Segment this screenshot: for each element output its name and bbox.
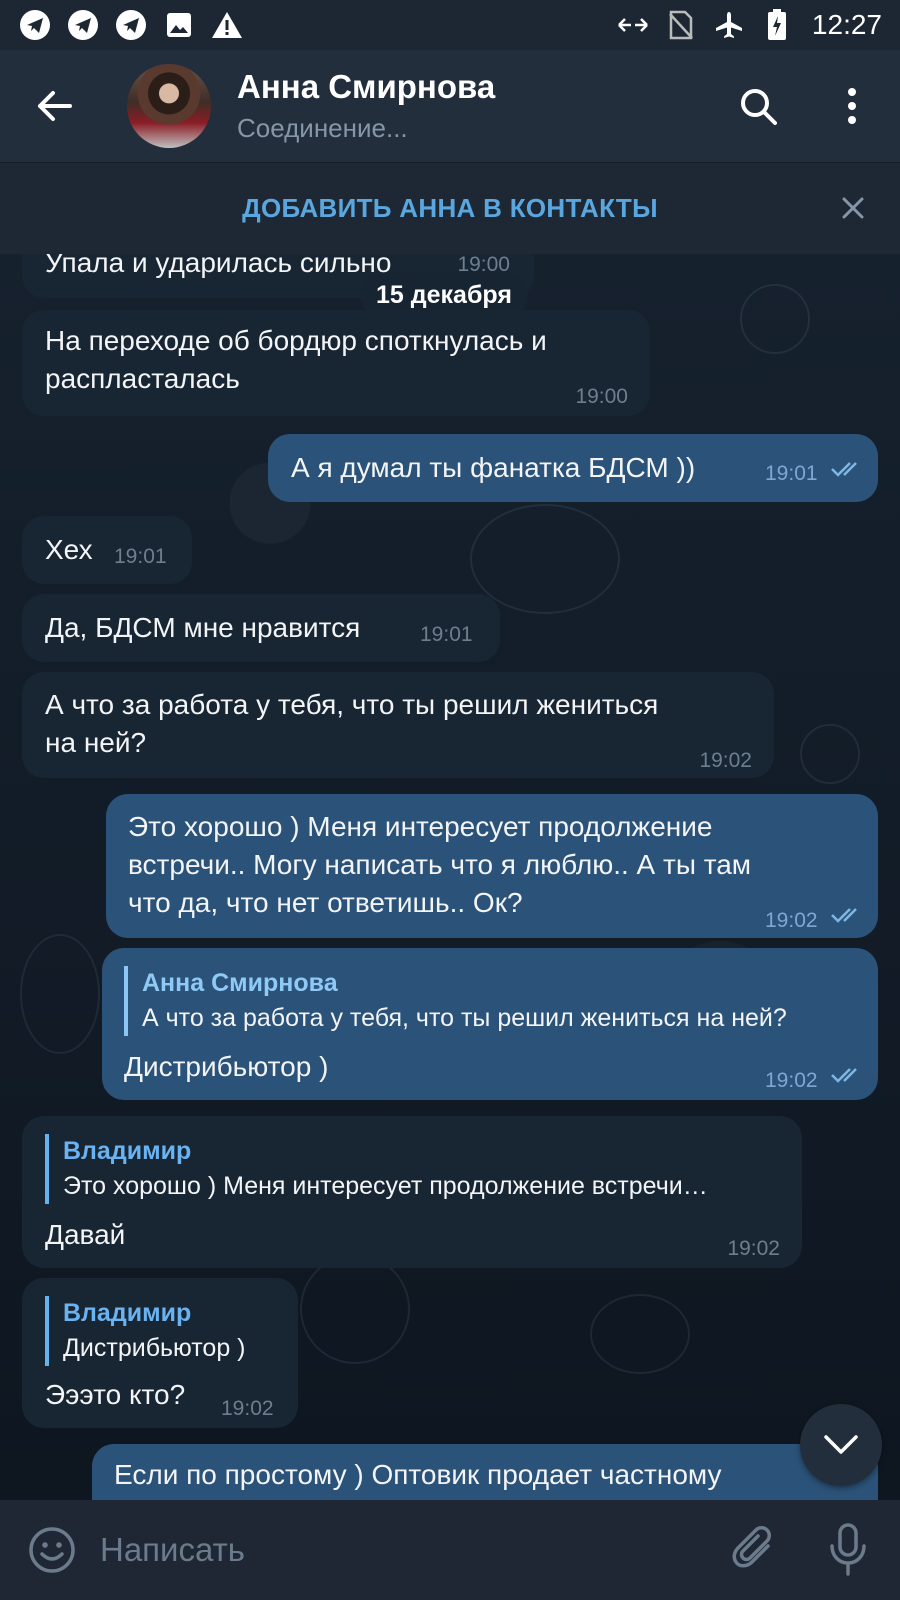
message-text: Хех <box>45 534 93 565</box>
reply-author: Владимир <box>63 1137 192 1165</box>
message-text: Эээто кто? <box>45 1379 186 1410</box>
no-sim-icon <box>664 8 698 42</box>
reply-text: Дистрибьютор ) <box>63 1334 246 1362</box>
message-text-line: встречи.. Могу написать что я люблю.. А … <box>128 849 752 880</box>
chat-header: Анна Смирнова Соединение... <box>0 50 900 162</box>
message-time: 19:01 <box>114 545 167 568</box>
chevron-down-icon <box>824 1435 858 1454</box>
message-time: 19:02 <box>699 749 752 772</box>
read-checks-icon <box>831 1068 857 1083</box>
message-time: 19:02 <box>765 909 818 932</box>
close-icon <box>842 197 864 219</box>
status-bar: 12:27 <box>0 0 900 50</box>
message-text-line: что да, что нет ответишь.. Ок? <box>128 887 523 918</box>
avatar[interactable] <box>127 64 211 148</box>
paperclip-icon <box>732 1526 771 1568</box>
telegram-icon <box>18 8 52 42</box>
background-doodle <box>800 724 860 784</box>
background-doodle <box>300 1254 410 1364</box>
chat-title-block[interactable]: Анна Смирнова Соединение... <box>237 67 495 145</box>
message-time: 19:02 <box>765 1069 818 1092</box>
data-arrows-icon <box>616 8 650 42</box>
add-contact-button[interactable]: ДОБАВИТЬ АННА В КОНТАКТЫ <box>242 193 658 224</box>
message-text-line: А что за работа у тебя, что ты решил жен… <box>45 689 659 720</box>
attach-button[interactable] <box>730 1524 782 1576</box>
search-button[interactable] <box>730 78 786 134</box>
reply-quote[interactable]: Анна Смирнова А что за работа у тебя, чт… <box>124 966 787 1036</box>
message-time: 19:01 <box>765 462 818 485</box>
back-button[interactable] <box>27 78 83 134</box>
more-menu-button[interactable] <box>824 78 880 134</box>
message-time: 19:01 <box>420 623 473 646</box>
message-text: Если по простому ) Оптовик продает частн… <box>114 1459 722 1490</box>
message-bubble-outgoing[interactable]: Если по простому ) Оптовик продает частн… <box>92 1444 878 1500</box>
message-input-bar <box>0 1500 900 1600</box>
reply-quote[interactable]: Владимир Это хорошо ) Меня интересует пр… <box>45 1134 708 1204</box>
airplane-icon <box>712 8 746 42</box>
reply-author: Анна Смирнова <box>142 969 338 997</box>
message-time: 19:00 <box>575 385 628 408</box>
background-doodle <box>740 284 810 354</box>
message-bubble-incoming[interactable]: Владимир Дистрибьютор ) Эээто кто? 19:02 <box>22 1278 298 1428</box>
message-bubble-incoming[interactable]: На переходе об бордюр споткнулась и расп… <box>22 310 650 416</box>
image-icon <box>162 8 196 42</box>
message-bubble-outgoing[interactable]: Анна Смирнова А что за работа у тебя, чт… <box>102 948 878 1100</box>
message-bubble-incoming[interactable]: Владимир Это хорошо ) Меня интересует пр… <box>22 1116 802 1268</box>
scroll-down-button[interactable] <box>800 1404 882 1486</box>
message-text: Упала и ударилась сильно <box>45 254 392 278</box>
message-time: 19:02 <box>221 1397 274 1420</box>
back-arrow-icon <box>38 91 72 121</box>
search-icon <box>741 89 777 125</box>
telegram-icon <box>114 8 148 42</box>
emoji-button[interactable] <box>28 1526 76 1574</box>
message-bubble-incoming[interactable]: Да, БДСМ мне нравится 19:01 <box>22 594 500 662</box>
emoji-icon <box>29 1527 75 1573</box>
message-text-line: на ней? <box>45 727 147 758</box>
more-vertical-icon <box>848 88 856 124</box>
message-text: А я думал ты фанатка БДСМ )) <box>291 452 696 483</box>
add-contact-bar: ДОБАВИТЬ АННА В КОНТАКТЫ <box>0 162 900 254</box>
voice-record-button[interactable] <box>822 1522 874 1578</box>
message-text-line: распласталась <box>45 363 240 394</box>
microphone-icon <box>830 1523 866 1576</box>
clock: 12:27 <box>811 9 882 40</box>
reply-text: Это хорошо ) Меня интересует продолжение… <box>63 1172 708 1200</box>
read-checks-icon <box>831 462 857 477</box>
reply-quote[interactable]: Владимир Дистрибьютор ) <box>45 1296 246 1366</box>
message-text-line: На переходе об бордюр споткнулась и <box>45 325 547 356</box>
telegram-icon <box>66 8 100 42</box>
chat-title: Анна Смирнова <box>237 68 496 105</box>
message-text: Дистрибьютор ) <box>124 1051 329 1082</box>
message-bubble-outgoing[interactable]: А я думал ты фанатка БДСМ )) 19:01 <box>268 434 878 502</box>
connection-status: Соединение... <box>237 113 408 143</box>
background-doodle <box>590 1294 690 1374</box>
background-doodle <box>470 504 620 614</box>
message-text-line: Это хорошо ) Меня интересует продолжение <box>128 811 713 842</box>
background-doodle <box>20 934 100 1054</box>
message-input[interactable] <box>100 1520 700 1580</box>
read-checks-icon <box>831 908 857 923</box>
battery-icon <box>760 8 794 42</box>
message-text: Давай <box>45 1219 126 1250</box>
close-bar-button[interactable] <box>836 191 870 225</box>
warning-icon <box>210 8 244 42</box>
message-bubble-outgoing[interactable]: Это хорошо ) Меня интересует продолжение… <box>106 794 878 938</box>
reply-author: Владимир <box>63 1299 192 1327</box>
message-text: Да, БДСМ мне нравится <box>45 612 361 643</box>
message-bubble-incoming[interactable]: А что за работа у тебя, что ты решил жен… <box>22 672 774 778</box>
message-bubble-incoming[interactable]: Хех 19:01 <box>22 516 192 584</box>
message-time: 19:02 <box>727 1237 780 1260</box>
message-list[interactable]: Упала и ударилась сильно 19:00 15 декабр… <box>0 254 900 1500</box>
reply-text: А что за работа у тебя, что ты решил жен… <box>142 1004 787 1032</box>
